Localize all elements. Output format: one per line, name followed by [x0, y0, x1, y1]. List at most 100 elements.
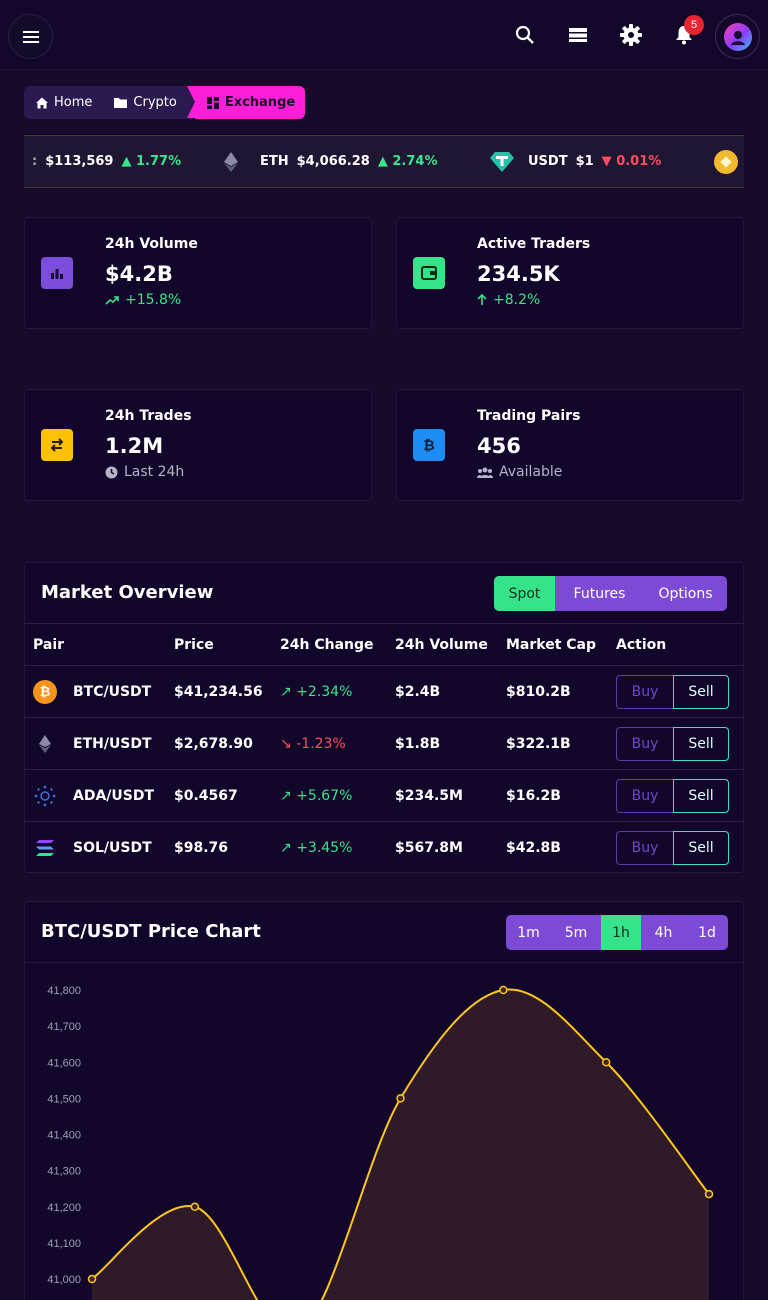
cardano-icon: [33, 784, 57, 808]
price-chart-svg: 41,000 41,100 41,200 41,300 41,400 41,500 41,6…: [47, 985, 714, 1300]
y-tick-label: 41,700: [47, 1021, 81, 1033]
breadcrumb-exchange[interactable]: Exchange: [194, 86, 306, 119]
bitcoin-icon: ₿: [33, 679, 57, 704]
panel-title: Market Overview: [41, 582, 214, 603]
ticker-change: ▼ 0.01%: [601, 154, 662, 169]
action-group: Buy Sell: [616, 674, 743, 709]
menu-button[interactable]: [8, 14, 53, 59]
buy-button[interactable]: Buy: [616, 726, 673, 761]
stat-change: +8.2%: [477, 292, 540, 308]
column-header: Market Cap: [498, 623, 608, 666]
search-button[interactable]: [512, 22, 538, 48]
sell-button[interactable]: Sell: [673, 778, 729, 813]
ticker-item-usdt: USDT $1 ▼ 0.01%: [490, 136, 661, 187]
grid-icon: [206, 96, 219, 109]
stat-card-pairs: ₿ Trading Pairs 456 Available: [396, 389, 744, 501]
breadcrumb-label: Home: [54, 95, 93, 110]
pair-name: ETH/USDT: [73, 735, 152, 752]
price-point[interactable]: [601, 1058, 611, 1067]
price-cell: $98.76: [174, 839, 229, 856]
tab-options[interactable]: Options: [644, 576, 727, 611]
menu-icon: [22, 30, 39, 43]
user-icon: [730, 30, 745, 45]
user-avatar-button[interactable]: [715, 14, 760, 59]
exchange-arrows-icon: [50, 438, 64, 452]
sell-button[interactable]: Sell: [673, 674, 729, 709]
market-cap-cell: $322.1B: [498, 717, 608, 770]
price-point[interactable]: [87, 1274, 97, 1284]
server-button[interactable]: [565, 22, 591, 48]
interval-1h[interactable]: 1h: [601, 915, 641, 950]
column-header: Pair: [25, 623, 166, 666]
ticker-price: $4,066.28: [296, 154, 370, 169]
table-row: ADA/USDT $0.4567 ↗ +5.67% $234.5M $16.2B…: [25, 769, 743, 822]
stat-card-volume: 24h Volume $4.2B +15.8%: [24, 217, 372, 329]
tab-spot[interactable]: Spot: [494, 576, 555, 611]
stat-value: 456: [477, 434, 521, 458]
sell-button[interactable]: Sell: [673, 726, 729, 761]
breadcrumb-separator: [186, 86, 195, 118]
price-point[interactable]: [190, 1202, 200, 1211]
tether-icon: [490, 151, 514, 172]
ticker-change: ▲ 2.74%: [377, 154, 438, 169]
y-tick-label: 41,200: [47, 1202, 81, 1214]
ticker-item-btc: : $113,569 ▲ 1.77%: [32, 154, 182, 169]
interval-4h[interactable]: 4h: [641, 915, 686, 950]
column-header: Action: [608, 623, 743, 666]
buy-button[interactable]: Buy: [616, 778, 673, 813]
price-ticker: : $113,569 ▲ 1.77% ETH $4,066.28 ▲ 2.74%…: [24, 135, 744, 188]
table-header-row: Pair Price 24h Change 24h Volume Market …: [25, 623, 743, 666]
stat-value: $4.2B: [105, 262, 173, 286]
bitcoin-icon: ₿: [423, 437, 435, 454]
trend-down-icon: ↘: [280, 735, 292, 752]
buy-button[interactable]: Buy: [616, 830, 673, 865]
price-chart-panel: BTC/USDT Price Chart 1m 5m 1h 4h 1d 41,0…: [24, 901, 744, 1300]
interval-5m[interactable]: 5m: [551, 915, 601, 950]
interval-1d[interactable]: 1d: [686, 915, 728, 950]
price-point[interactable]: [499, 985, 508, 995]
price-chart: 41,000 41,100 41,200 41,300 41,400 41,500 41,6…: [25, 962, 743, 1300]
price-point[interactable]: [396, 1094, 405, 1103]
tab-futures[interactable]: Futures: [555, 576, 644, 611]
settings-button[interactable]: [618, 22, 644, 48]
stat-icon-box: [41, 257, 73, 289]
price-point[interactable]: [704, 1189, 714, 1199]
table-row: ETH/USDT $2,678.90 ↘ -1.23% $1.8B $322.1…: [25, 717, 743, 770]
change-cell: ↗ +5.67%: [272, 769, 387, 822]
bnb-icon: [714, 149, 738, 174]
y-tick-label: 41,800: [47, 985, 81, 997]
market-type-tabs: Spot Futures Options: [494, 576, 727, 611]
market-table: Pair Price 24h Change 24h Volume Market …: [25, 623, 743, 874]
breadcrumb-crypto[interactable]: Crypto: [102, 86, 187, 119]
stat-value: 1.2M: [105, 434, 164, 458]
market-cap-cell: $42.8B: [506, 839, 561, 856]
breadcrumb-label: Crypto: [133, 95, 177, 110]
sell-button[interactable]: Sell: [673, 830, 729, 865]
stat-label: 24h Trades: [105, 408, 192, 424]
bar-chart-icon: [51, 269, 63, 279]
breadcrumb-label: Exchange: [224, 95, 296, 110]
top-bar: 5: [0, 0, 768, 70]
pair-name: ADA/USDT: [73, 787, 155, 804]
y-tick-label: 41,400: [47, 1130, 81, 1142]
column-header: 24h Change: [272, 623, 387, 666]
price-cell: $2,678.90: [166, 717, 272, 770]
arrow-up-icon: [477, 294, 487, 305]
ticker-change: ▲ 1.77%: [121, 154, 182, 169]
table-row: ₿ BTC/USDT $41,234.56 ↗ +2.34% $2.4B $81…: [25, 665, 743, 718]
home-icon: [36, 97, 48, 108]
y-tick-label: 41,600: [47, 1057, 81, 1069]
action-group: Buy Sell: [616, 830, 743, 865]
ticker-price: $1: [575, 154, 594, 169]
panel-title: BTC/USDT Price Chart: [41, 921, 261, 942]
buy-button[interactable]: Buy: [616, 674, 673, 709]
table-row: SOL/USDT $98.76 ↗ +3.45% $567.8M $42.8B …: [25, 822, 743, 874]
trending-up-icon: [105, 296, 119, 305]
breadcrumb-home[interactable]: Home: [24, 86, 103, 119]
stat-card-trades: 24h Trades 1.2M Last 24h: [24, 389, 372, 501]
interval-1m[interactable]: 1m: [506, 915, 551, 950]
action-group: Buy Sell: [616, 778, 743, 813]
y-tick-label: 41,100: [47, 1238, 81, 1250]
stat-change: +15.8%: [105, 292, 181, 308]
change-cell: ↘ -1.23%: [272, 717, 387, 770]
